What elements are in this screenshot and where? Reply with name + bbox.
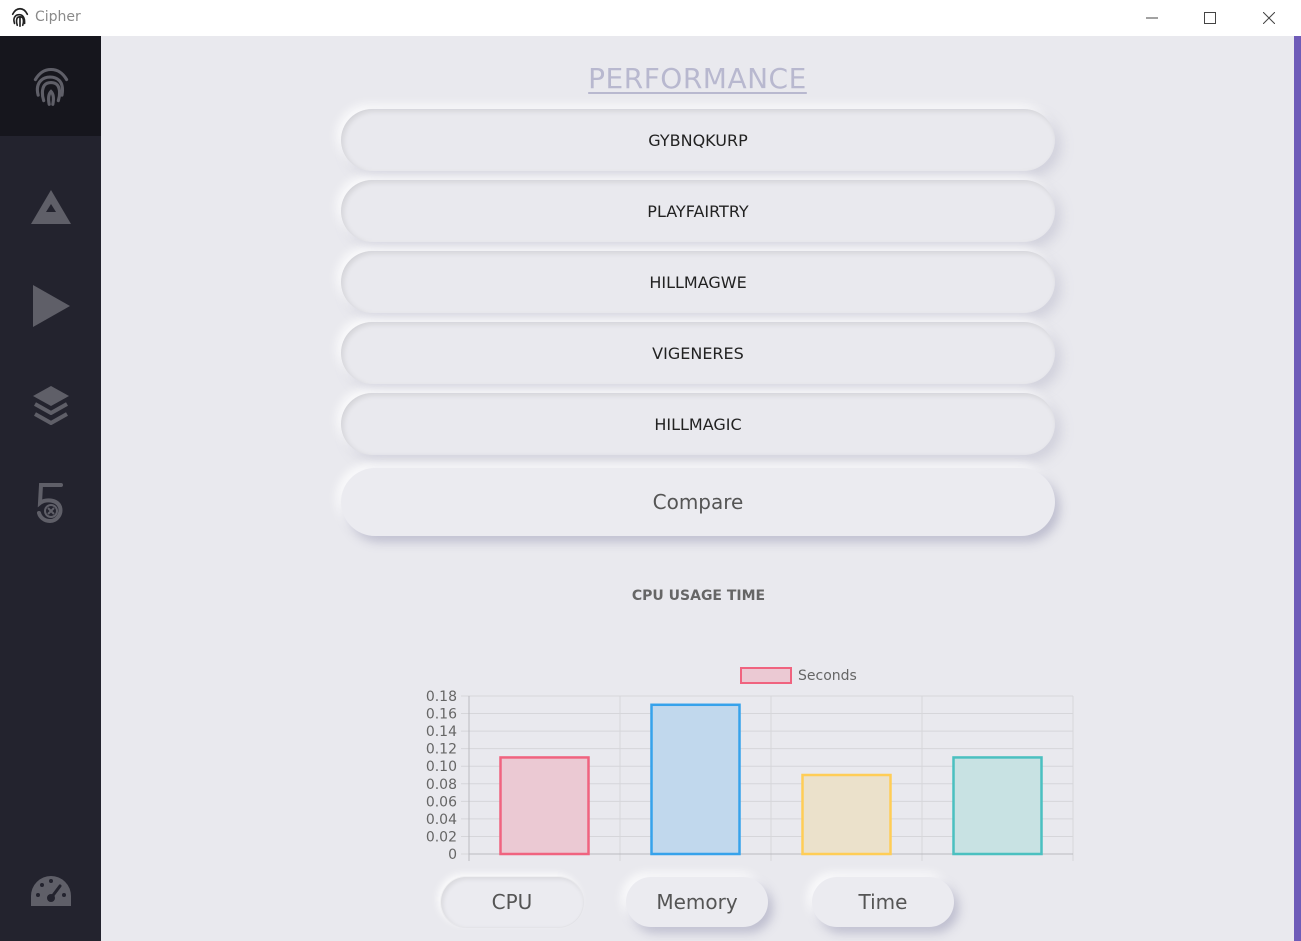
tab-cpu[interactable]: CPU: [441, 877, 583, 927]
close-button[interactable]: [1240, 0, 1298, 36]
page-title: PERFORMANCE: [588, 62, 807, 95]
y-tick-label: 0: [448, 847, 457, 861]
bar: [801, 773, 892, 856]
html5-icon: [37, 483, 63, 524]
y-tick-label: 0.18: [426, 689, 457, 705]
y-tick-label: 0.16: [426, 707, 457, 723]
sidebar-logo[interactable]: [0, 36, 101, 136]
y-tick-label: 0.06: [426, 794, 457, 810]
cpu-usage-chart: Seconds0.180.160.140.120.100.080.060.040…: [426, 667, 1074, 861]
tab-time[interactable]: Time: [812, 877, 954, 927]
y-tick-label: 0.02: [426, 829, 457, 845]
compare-button[interactable]: Compare: [341, 468, 1055, 536]
minimize-icon: [1146, 17, 1158, 19]
y-tick-label: 0.08: [426, 777, 457, 793]
minimize-button[interactable]: [1123, 0, 1181, 36]
result-field[interactable]: GYBNQKURP: [341, 109, 1055, 171]
play-icon: [33, 285, 70, 327]
maximize-icon: [1204, 12, 1216, 24]
fingerprint-icon: [33, 67, 69, 106]
chart-title: CPU USAGE TIME: [631, 588, 766, 604]
close-icon: [1263, 12, 1275, 24]
sidebar-item-mountain[interactable]: [28, 184, 74, 230]
y-tick-label: 0.10: [426, 759, 457, 775]
y-tick-label: 0.12: [426, 742, 457, 758]
sidebar-item-play[interactable]: [28, 283, 74, 329]
result-field[interactable]: HILLMAGIC: [341, 393, 1055, 455]
fingerprint-icon: [11, 7, 29, 27]
sidebar: [0, 36, 101, 941]
sidebar-item-layers[interactable]: [28, 383, 74, 429]
result-field[interactable]: PLAYFAIRTRY: [341, 180, 1055, 242]
sidebar-item-performance[interactable]: [28, 869, 74, 915]
legend-swatch: [740, 667, 792, 684]
bar: [499, 756, 590, 856]
bar: [952, 756, 1043, 856]
legend-label: Seconds: [798, 668, 857, 684]
mountain-icon: [31, 190, 71, 224]
main-content: PERFORMANCE GYBNQKURP PLAYFAIRTRY HILLMA…: [101, 36, 1294, 941]
sidebar-item-html5[interactable]: [28, 482, 74, 528]
result-field[interactable]: VIGENERES: [341, 322, 1055, 384]
speedometer-icon: [31, 876, 71, 906]
title-bar: Cipher: [0, 0, 1301, 36]
layers-icon: [33, 386, 69, 425]
y-tick-label: 0.14: [426, 724, 457, 740]
window-border: [1294, 36, 1301, 941]
maximize-button[interactable]: [1181, 0, 1239, 36]
tab-memory[interactable]: Memory: [626, 877, 768, 927]
result-field[interactable]: HILLMAGWE: [341, 251, 1055, 313]
window-title: Cipher: [35, 9, 81, 25]
y-tick-label: 0.04: [426, 812, 457, 828]
bar: [650, 703, 741, 856]
